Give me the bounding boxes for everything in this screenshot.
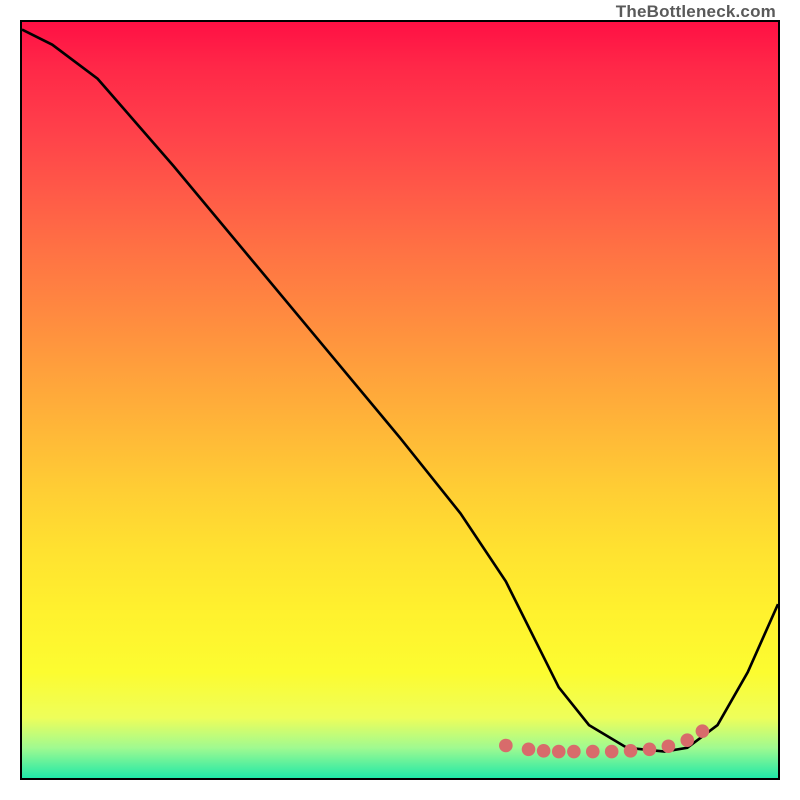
marker-dot (624, 744, 638, 758)
marker-dot (605, 745, 619, 759)
marker-dot (537, 744, 551, 758)
marker-dot (499, 739, 513, 753)
chart-container: TheBottleneck.com (0, 0, 800, 800)
curve-svg (22, 22, 778, 778)
bottleneck-curve (22, 30, 778, 752)
marker-dot (586, 745, 600, 759)
marker-dots (499, 724, 709, 758)
marker-dot (680, 733, 694, 747)
marker-dot (643, 742, 657, 756)
plot-area (20, 20, 780, 780)
watermark-text: TheBottleneck.com (616, 2, 776, 22)
marker-dot (696, 724, 710, 738)
marker-dot (567, 745, 581, 759)
marker-dot (522, 742, 536, 756)
marker-dot (662, 739, 676, 753)
marker-dot (552, 745, 566, 759)
